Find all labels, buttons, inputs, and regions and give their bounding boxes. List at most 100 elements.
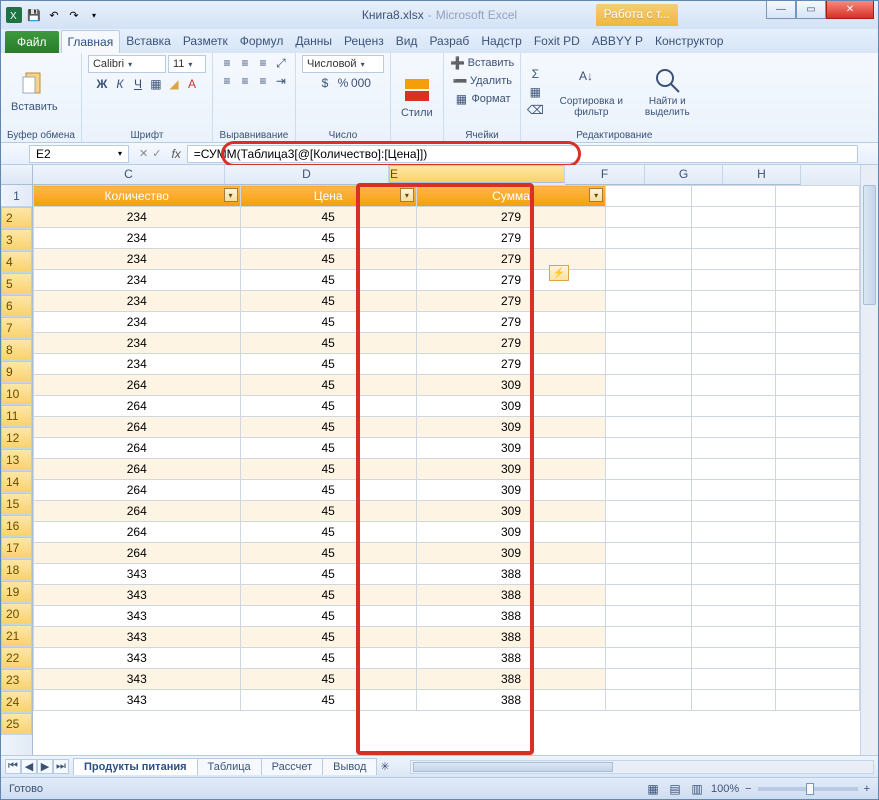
cell[interactable]: 343 — [34, 669, 241, 690]
cell[interactable]: 45 — [240, 585, 416, 606]
cell[interactable]: 388 — [416, 606, 605, 627]
cell[interactable] — [606, 417, 692, 438]
align-top-icon[interactable]: ≡ — [219, 55, 235, 71]
cell[interactable]: 279 — [416, 228, 605, 249]
cell[interactable] — [692, 249, 776, 270]
cells-delete[interactable]: ➖Удалить — [452, 73, 512, 89]
cell[interactable]: 234 — [34, 312, 241, 333]
cell[interactable] — [606, 375, 692, 396]
row-header-5[interactable]: 5 — [1, 273, 32, 295]
cell[interactable]: 45 — [240, 396, 416, 417]
cell[interactable] — [606, 627, 692, 648]
horizontal-scrollbar[interactable] — [410, 760, 874, 774]
vertical-scrollbar[interactable] — [860, 165, 878, 755]
cell[interactable] — [692, 270, 776, 291]
cell[interactable] — [692, 417, 776, 438]
cell[interactable] — [692, 690, 776, 711]
row-header-19[interactable]: 19 — [1, 581, 32, 603]
cell[interactable] — [776, 228, 860, 249]
maximize-button[interactable]: ▭ — [796, 1, 826, 19]
filter-icon[interactable]: ▾ — [400, 188, 414, 202]
cell[interactable] — [692, 627, 776, 648]
tab-foxit pd[interactable]: Foxit PD — [528, 30, 586, 53]
sheet-tab-1[interactable]: Таблица — [197, 758, 262, 775]
cell[interactable]: 279 — [416, 354, 605, 375]
row-header-18[interactable]: 18 — [1, 559, 32, 581]
sheet-tab-2[interactable]: Рассчет — [261, 758, 324, 775]
cell[interactable] — [606, 606, 692, 627]
align-left-icon[interactable]: ≡ — [219, 73, 235, 89]
cell[interactable] — [692, 543, 776, 564]
cell[interactable] — [692, 564, 776, 585]
cell[interactable] — [776, 627, 860, 648]
align-mid-icon[interactable]: ≡ — [237, 55, 253, 71]
cell[interactable]: 234 — [34, 333, 241, 354]
cell[interactable]: 343 — [34, 690, 241, 711]
cell[interactable] — [606, 228, 692, 249]
cell[interactable]: 45 — [240, 438, 416, 459]
tab-конструктор[interactable]: Конструктор — [649, 30, 729, 53]
minimize-button[interactable]: — — [766, 1, 796, 19]
table-header-Цена[interactable]: Цена▾ — [240, 186, 416, 207]
cell[interactable]: 343 — [34, 564, 241, 585]
cell[interactable] — [606, 291, 692, 312]
cell[interactable] — [776, 459, 860, 480]
align-bottom-icon[interactable]: ≡ — [255, 55, 271, 71]
cell[interactable]: 343 — [34, 585, 241, 606]
cell[interactable] — [692, 669, 776, 690]
row-header-23[interactable]: 23 — [1, 669, 32, 691]
tab-разметк[interactable]: Разметк — [177, 30, 234, 53]
cell[interactable]: 279 — [416, 270, 605, 291]
cell[interactable] — [776, 690, 860, 711]
cell[interactable] — [606, 459, 692, 480]
redo-icon[interactable]: ↷ — [65, 6, 83, 24]
cell[interactable] — [692, 228, 776, 249]
cell[interactable] — [692, 396, 776, 417]
currency-icon[interactable]: $ — [317, 75, 333, 91]
row-header-6[interactable]: 6 — [1, 295, 32, 317]
cell[interactable] — [776, 333, 860, 354]
tab-реценз[interactable]: Реценз — [338, 30, 390, 53]
cell[interactable]: 45 — [240, 417, 416, 438]
cell[interactable] — [776, 480, 860, 501]
cell[interactable]: 45 — [240, 354, 416, 375]
cell[interactable] — [776, 291, 860, 312]
row-header-2[interactable]: 2 — [1, 207, 32, 229]
cell[interactable]: 45 — [240, 207, 416, 228]
view-normal-icon[interactable]: ▦ — [645, 781, 661, 797]
cell[interactable] — [606, 690, 692, 711]
cell[interactable] — [692, 333, 776, 354]
bold-icon[interactable]: Ж — [94, 76, 110, 92]
cell[interactable]: 309 — [416, 543, 605, 564]
filter-icon[interactable]: ▾ — [589, 188, 603, 202]
row-header-4[interactable]: 4 — [1, 251, 32, 273]
col-header-H[interactable]: H — [723, 165, 801, 185]
cell[interactable]: 388 — [416, 564, 605, 585]
fill-color-icon[interactable]: ◢ — [166, 76, 182, 92]
cell[interactable]: 234 — [34, 270, 241, 291]
styles-button[interactable]: Стили — [397, 75, 437, 121]
cell[interactable] — [692, 291, 776, 312]
cell[interactable] — [606, 249, 692, 270]
cell[interactable]: 45 — [240, 375, 416, 396]
cell[interactable] — [606, 669, 692, 690]
cell[interactable] — [692, 585, 776, 606]
row-header-11[interactable]: 11 — [1, 405, 32, 427]
cancel-formula-icon[interactable]: ✕ — [139, 147, 148, 160]
align-center-icon[interactable]: ≡ — [237, 73, 253, 89]
close-button[interactable]: ✕ — [826, 1, 874, 19]
border-icon[interactable]: ▦ — [148, 76, 164, 92]
cell[interactable] — [606, 333, 692, 354]
tab-file[interactable]: Файл — [5, 31, 59, 53]
filter-icon[interactable]: ▾ — [224, 188, 238, 202]
zoom-slider[interactable] — [758, 787, 858, 791]
cell[interactable] — [776, 417, 860, 438]
paste-button[interactable]: Вставить — [7, 69, 62, 115]
cell[interactable] — [606, 648, 692, 669]
cell[interactable] — [692, 648, 776, 669]
tab-формул[interactable]: Формул — [234, 30, 290, 53]
cells-insert[interactable]: ➕Вставить — [450, 55, 515, 71]
cell[interactable]: 309 — [416, 438, 605, 459]
cell[interactable] — [606, 186, 692, 207]
row-header-20[interactable]: 20 — [1, 603, 32, 625]
